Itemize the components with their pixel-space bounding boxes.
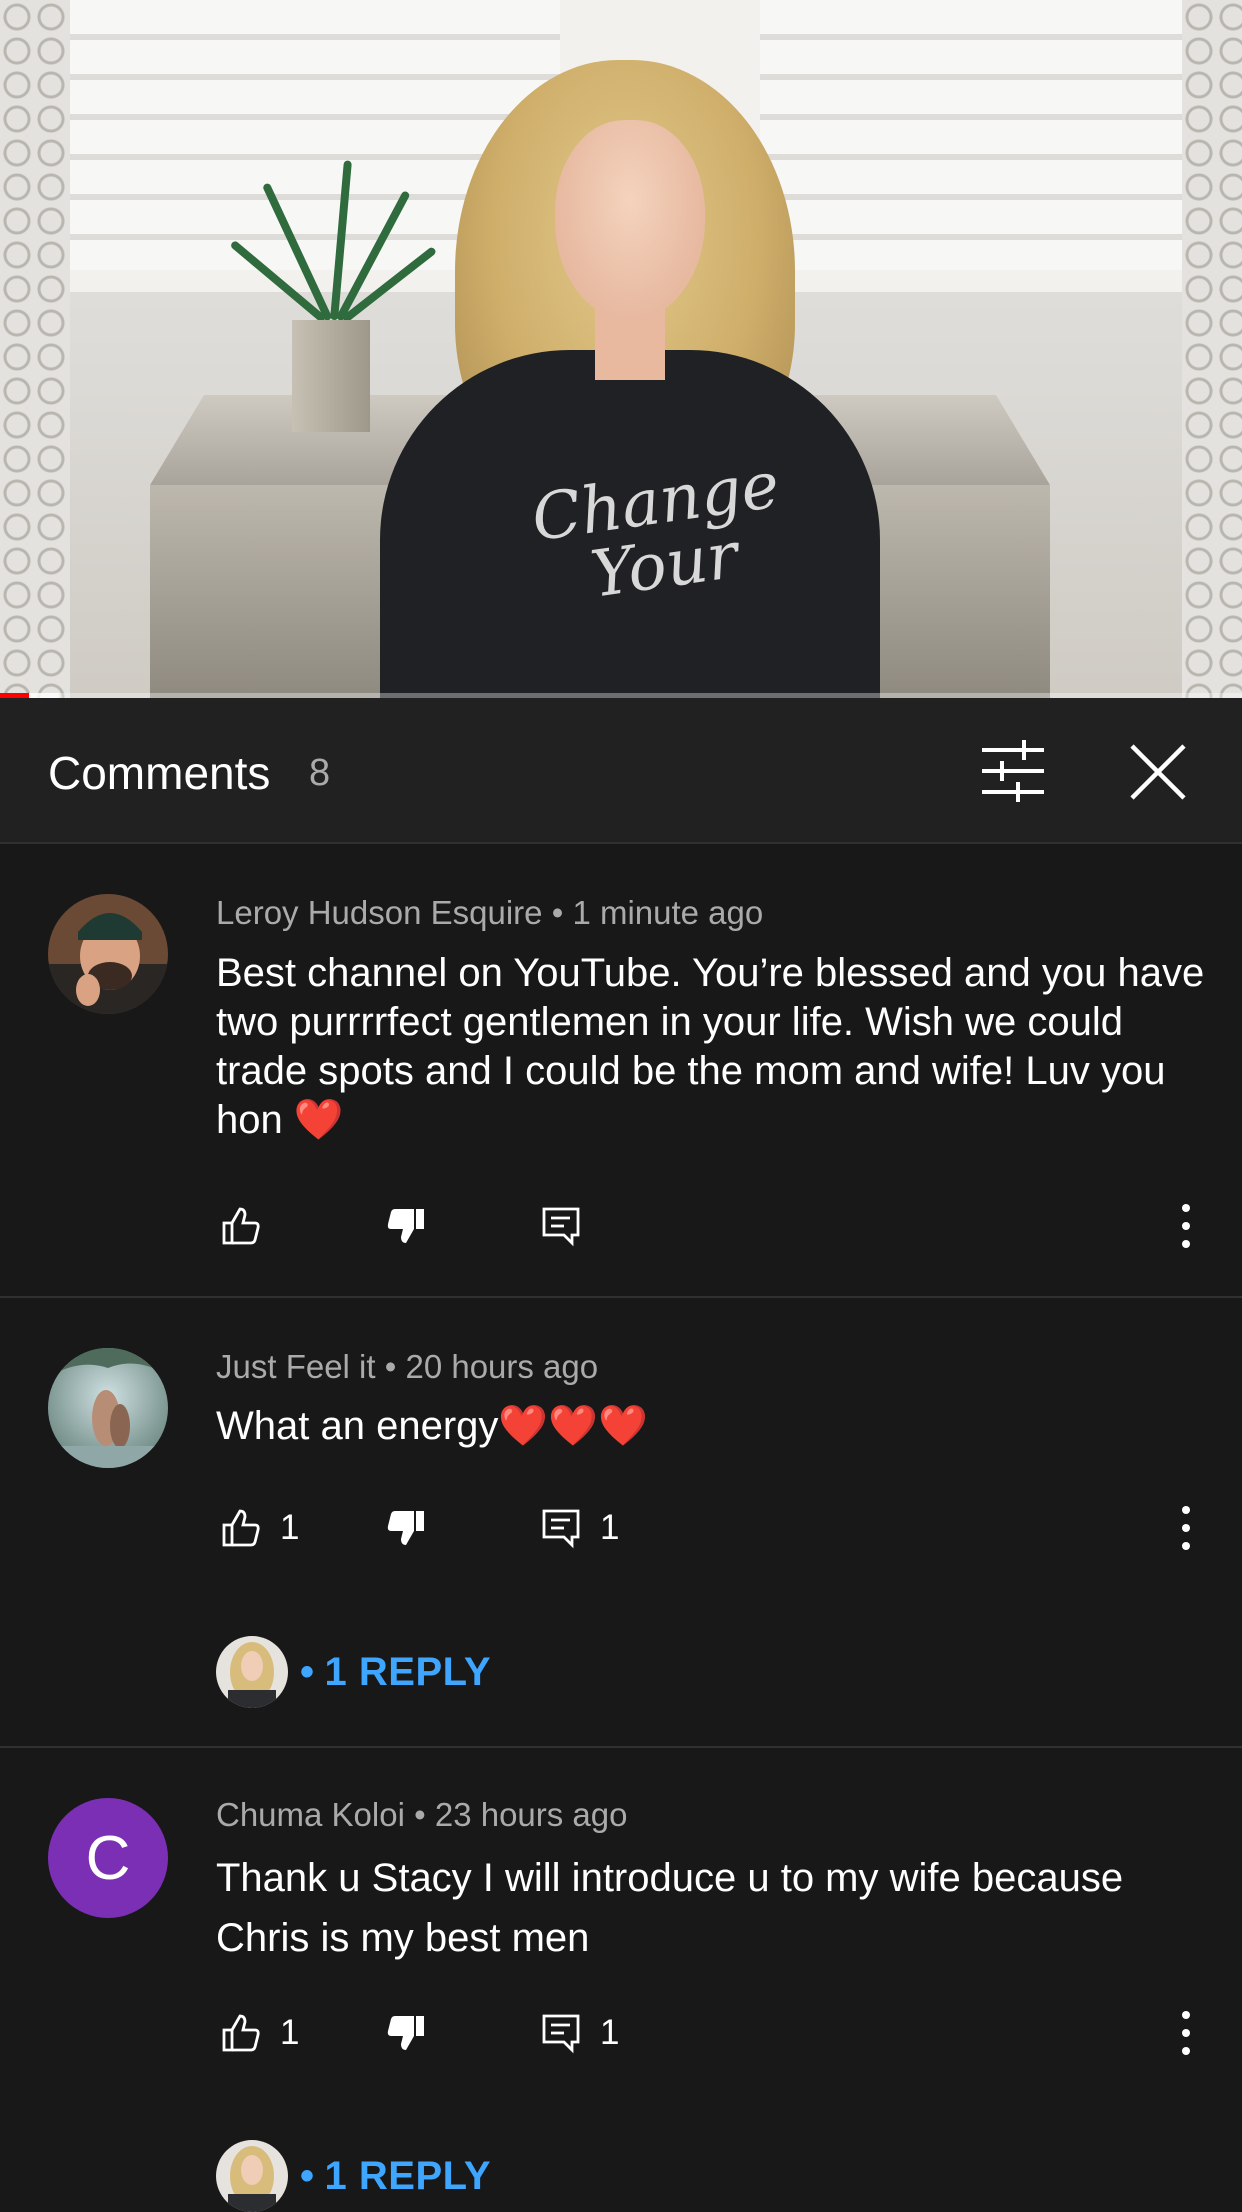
like-button[interactable]: 1 — [220, 2003, 299, 2063]
reply-count: 1 — [600, 1508, 620, 1547]
close-button[interactable] — [1122, 736, 1194, 808]
comment-actions: 1 1 — [216, 1498, 1216, 1558]
author-name[interactable]: Leroy Hudson Esquire — [216, 894, 543, 931]
thumbs-up-icon — [222, 1509, 260, 1547]
view-replies-label: 1 REPLY — [324, 1649, 492, 1694]
author-name[interactable]: Just Feel it — [216, 1348, 376, 1385]
view-replies-label: 1 REPLY — [324, 2153, 492, 2198]
sliders-icon — [982, 740, 1044, 802]
comment-reply-icon — [542, 2014, 580, 2054]
like-button[interactable] — [220, 1196, 262, 1256]
avatar[interactable] — [48, 1348, 168, 1468]
creator-avatar — [216, 1636, 288, 1708]
separator-dot: • — [414, 1796, 435, 1833]
reply-button[interactable]: 1 — [540, 2003, 619, 2063]
comment-meta: Just Feel it • 20 hours ago — [216, 1348, 598, 1386]
window-shutter — [760, 0, 1220, 270]
comment-item: C Chuma Koloi • 23 hours ago Thank u Sta… — [0, 1748, 1242, 2212]
comment-reply-icon — [542, 1207, 580, 1247]
separator-dot: • — [384, 1348, 406, 1385]
avatar-letter: C — [85, 1823, 131, 1893]
like-count: 1 — [280, 2013, 300, 2052]
avatar[interactable]: C — [48, 1798, 168, 1918]
more-options-button[interactable] — [1166, 1196, 1206, 1256]
author-name[interactable]: Chuma Koloi — [216, 1796, 405, 1833]
comment-actions: 1 1 — [216, 2003, 1216, 2063]
comment-time: 1 minute ago — [572, 894, 764, 931]
video-player[interactable]: Change Your — [0, 0, 1242, 698]
thumbs-up-icon — [222, 2014, 260, 2052]
user-avatar-image — [48, 894, 168, 1014]
comments-title: Comments — [48, 747, 271, 799]
view-replies-link[interactable]: • 1 REPLY — [216, 1636, 491, 1708]
reply-button[interactable] — [540, 1196, 582, 1256]
dot-separator: • — [300, 1649, 315, 1694]
reply-button[interactable]: 1 — [540, 1498, 619, 1558]
creator-avatar — [216, 2140, 288, 2212]
like-button[interactable]: 1 — [220, 1498, 299, 1558]
dislike-button[interactable] — [386, 1196, 428, 1256]
separator-dot: • — [551, 894, 573, 931]
thumbs-down-icon — [387, 1209, 424, 1243]
close-icon — [1130, 744, 1186, 800]
dislike-button[interactable] — [386, 1498, 428, 1558]
dislike-button[interactable] — [386, 2003, 428, 2063]
dot-separator: • — [300, 2153, 315, 2198]
creator-avatar-image — [216, 2140, 288, 2212]
thumbs-down-icon — [387, 1511, 424, 1545]
comment-item: Just Feel it • 20 hours ago What an ener… — [0, 1298, 1242, 1746]
comment-text: What an energy❤️❤️❤️ — [216, 1404, 648, 1448]
curtain — [0, 0, 70, 698]
comments-count: 8 — [309, 752, 331, 794]
more-vertical-icon — [1182, 1204, 1190, 1248]
comment-text: Thank u Stacy I will introduce u to my w… — [216, 1856, 1124, 1960]
comment-text: Best channel on YouTube. You’re blessed … — [216, 951, 1205, 1142]
comment-reply-icon — [542, 1509, 580, 1549]
more-vertical-icon — [1182, 2011, 1190, 2055]
avatar[interactable] — [48, 894, 168, 1014]
comment-meta: Chuma Koloi • 23 hours ago — [216, 1796, 628, 1834]
comment-meta: Leroy Hudson Esquire • 1 minute ago — [216, 894, 763, 932]
creator-avatar-image — [216, 1636, 288, 1708]
thumbs-up-icon — [222, 1207, 260, 1245]
comment-time: 23 hours ago — [434, 1796, 628, 1833]
more-vertical-icon — [1182, 1506, 1190, 1550]
comment-actions — [216, 1196, 1216, 1256]
view-replies-link[interactable]: • 1 REPLY — [216, 2140, 491, 2212]
reply-count: 1 — [600, 2013, 620, 2052]
more-options-button[interactable] — [1166, 1498, 1206, 1558]
user-avatar-image — [48, 1348, 168, 1468]
comments-header: Comments 8 — [0, 698, 1242, 844]
sort-filter-button[interactable] — [978, 736, 1048, 806]
person-face — [555, 120, 705, 320]
like-count: 1 — [280, 1508, 300, 1547]
comment-time: 20 hours ago — [405, 1348, 599, 1385]
curtain — [1182, 0, 1242, 698]
more-options-button[interactable] — [1166, 2003, 1206, 2063]
plant-pot — [292, 320, 370, 432]
comment-item: Leroy Hudson Esquire • 1 minute ago Best… — [0, 846, 1242, 1296]
thumbs-down-icon — [387, 2016, 424, 2050]
